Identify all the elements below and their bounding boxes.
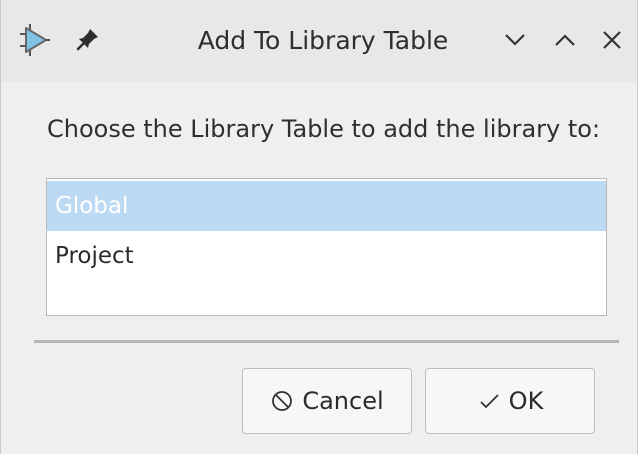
pin-icon[interactable]	[75, 26, 101, 52]
cancel-icon	[272, 391, 293, 411]
ok-button-label: OK	[508, 387, 544, 415]
prompt-label: Choose the Library Table to add the libr…	[47, 115, 601, 143]
cancel-button[interactable]: Cancel	[242, 368, 412, 434]
cancel-button-label: Cancel	[302, 387, 384, 415]
window-title: Add To Library Table	[197, 26, 449, 55]
title-bar[interactable]: Add To Library Table	[1, 0, 637, 82]
ok-button[interactable]: OK	[425, 368, 595, 434]
separator	[34, 340, 619, 343]
chevron-down-icon[interactable]	[499, 24, 531, 56]
kicad-app-icon[interactable]	[17, 20, 51, 60]
list-item-project[interactable]: Project	[47, 231, 606, 281]
close-icon[interactable]	[596, 24, 628, 56]
dialog-window: Add To Library Table Choose the Library …	[0, 0, 638, 454]
chevron-up-icon[interactable]	[549, 24, 581, 56]
check-icon	[480, 394, 499, 409]
list-item-global[interactable]: Global	[47, 181, 606, 231]
library-table-list[interactable]: Global Project	[46, 178, 607, 316]
